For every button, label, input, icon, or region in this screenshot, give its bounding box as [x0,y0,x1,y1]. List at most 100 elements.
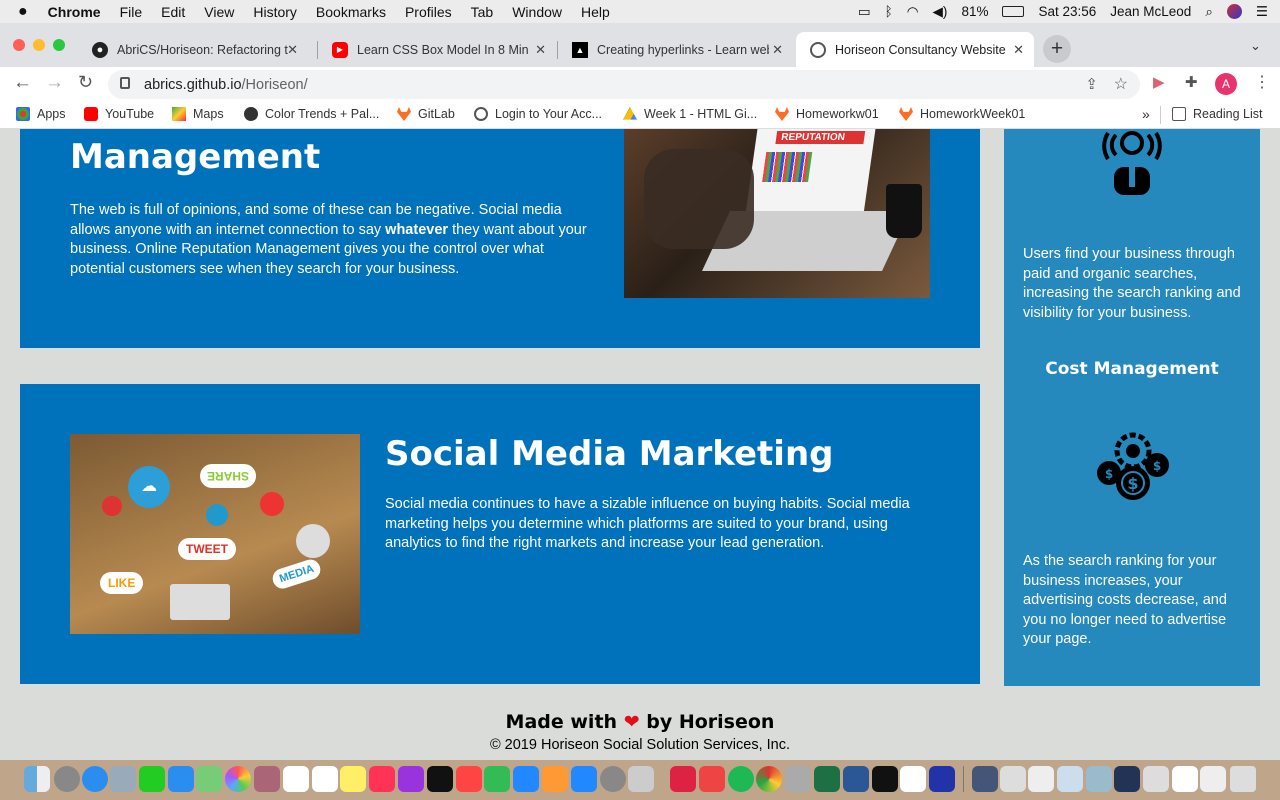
vscode-icon[interactable] [929,766,955,792]
bookmark-color-trends[interactable]: Color Trends + Pal... [244,107,379,121]
recent-file-icon[interactable] [1172,766,1198,792]
menu-file[interactable]: File [120,4,143,20]
new-tab-button[interactable]: + [1043,35,1071,63]
close-window-button[interactable] [13,39,25,51]
bluetooth-icon[interactable]: ᛒ [885,4,893,19]
bookmarks-overflow-icon[interactable]: » [1142,106,1150,122]
tab-close-icon[interactable]: ✕ [287,42,298,58]
clock[interactable]: Sat 23:56 [1038,4,1096,19]
menu-history[interactable]: History [253,4,297,20]
notes-book-icon[interactable] [254,766,280,792]
menu-view[interactable]: View [204,4,234,20]
menu-profiles[interactable]: Profiles [405,4,452,20]
address-bar[interactable]: abrics.github.io/Horiseon/ ⇪ ☆ [108,70,1140,99]
photos-icon[interactable] [225,766,251,792]
forward-button[interactable]: → [45,72,64,94]
facetime-icon[interactable] [139,766,165,792]
back-button[interactable]: ← [13,72,32,94]
pages-icon[interactable] [542,766,568,792]
tab-close-icon[interactable]: ✕ [1013,42,1024,58]
profile-avatar[interactable]: A [1215,73,1237,95]
recent-file-icon[interactable] [1114,766,1140,792]
menu-edit[interactable]: Edit [161,4,185,20]
slack-icon[interactable] [900,766,926,792]
notes-icon[interactable] [340,766,366,792]
bookmark-week1[interactable]: Week 1 - HTML Gi... [623,107,757,121]
launchpad-icon[interactable] [54,766,80,792]
image-capture-icon[interactable] [785,766,811,792]
word-icon[interactable] [843,766,869,792]
bookmark-label: Login to Your Acc... [495,107,603,121]
reload-button[interactable]: ↻ [78,72,93,93]
apple-tv-icon[interactable] [427,766,453,792]
wifi-icon[interactable]: ◠ [907,4,919,20]
extension-icon[interactable]: ▶ [1153,73,1165,91]
reminders-icon[interactable] [312,766,338,792]
bookmark-maps[interactable]: Maps [172,107,224,121]
calendar-icon[interactable] [283,766,309,792]
bookmark-gitlab[interactable]: GitLab [397,107,455,121]
extensions-puzzle-icon[interactable]: ✚ [1185,73,1198,91]
zoom-window-button[interactable] [53,39,65,51]
bookmark-homeworkw01[interactable]: Homeworkw01 [775,107,879,121]
safari-icon[interactable] [82,766,108,792]
recent-file-icon[interactable] [1000,766,1026,792]
gitlab-icon [397,107,411,121]
menu-window[interactable]: Window [512,4,562,20]
menu-tab[interactable]: Tab [471,4,494,20]
bookmark-youtube[interactable]: YouTube [84,107,154,121]
trash-icon[interactable] [1230,766,1256,792]
powerpoint-icon[interactable] [670,766,696,792]
recent-file-icon[interactable] [1143,766,1169,792]
minimize-window-button[interactable] [33,39,45,51]
battery-icon[interactable] [1002,6,1025,17]
excel-icon[interactable] [814,766,840,792]
news-icon[interactable] [456,766,482,792]
music-icon[interactable] [369,766,395,792]
terminal-icon[interactable] [872,766,898,792]
finder-icon[interactable] [24,766,50,792]
reading-list-button[interactable]: Reading List [1172,107,1263,121]
bookmark-apps[interactable]: Apps [16,107,66,121]
tab-mdn[interactable]: ▲ Creating hyperlinks - Learn web ✕ [558,32,793,67]
spotlight-search-icon[interactable]: ⌕ [1205,4,1213,20]
tab-github[interactable]: ● AbriCS/Horiseon: Refactoring t ✕ [78,32,308,67]
siri-icon[interactable] [1226,4,1242,19]
bookmark-homeworkweek01[interactable]: HomeworkWeek01 [899,107,1025,121]
messages-icon[interactable] [168,766,194,792]
share-icon[interactable]: ⇪ [1085,75,1098,93]
tab-search-icon[interactable]: ⌄ [1250,38,1261,54]
apple-icon[interactable]: ● [18,3,28,21]
recent-file-icon[interactable] [972,766,998,792]
email-app-icon[interactable] [699,766,725,792]
menu-bookmarks[interactable]: Bookmarks [316,4,386,20]
podcasts-icon[interactable] [398,766,424,792]
tab-close-icon[interactable]: ✕ [772,42,783,58]
tab-horiseon[interactable]: Horiseon Consultancy Website ✕ [796,32,1034,67]
battery-percent[interactable]: 81% [961,4,988,19]
recent-file-icon[interactable] [1028,766,1054,792]
system-preferences-icon[interactable] [600,766,626,792]
spotify-icon[interactable] [728,766,754,792]
chrome-icon[interactable] [756,766,782,792]
control-center-icon[interactable]: ☰ [1256,4,1268,20]
numbers-icon[interactable] [484,766,510,792]
preview-icon[interactable] [628,766,654,792]
tab-close-icon[interactable]: ✕ [535,42,546,58]
recent-file-icon[interactable] [1086,766,1112,792]
volume-icon[interactable]: ◀) [933,4,948,20]
maps-icon[interactable] [196,766,222,792]
recent-file-icon[interactable] [1057,766,1083,792]
tab-youtube[interactable]: ▶ Learn CSS Box Model In 8 Minu ✕ [318,32,556,67]
keynote-icon[interactable] [513,766,539,792]
recent-file-icon[interactable] [1200,766,1226,792]
bookmark-star-icon[interactable]: ☆ [1114,74,1128,94]
app-store-icon[interactable] [571,766,597,792]
user-name[interactable]: Jean McLeod [1110,4,1191,19]
menu-help[interactable]: Help [581,4,610,20]
airplay-icon[interactable]: ▭ [858,4,871,20]
chrome-menu-icon[interactable]: ⋮ [1254,72,1270,92]
bookmark-login[interactable]: Login to Your Acc... [474,107,602,121]
mail-icon[interactable] [110,766,136,792]
menu-app-name[interactable]: Chrome [48,4,101,20]
